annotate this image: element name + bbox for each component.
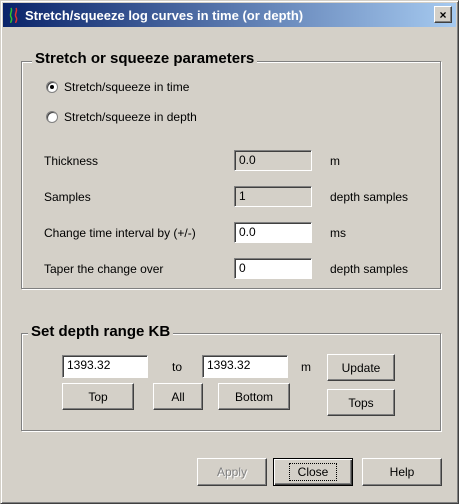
title-bar[interactable]: Stretch/squeeze log curves in time (or d…: [3, 3, 456, 27]
params-group-title: Stretch or squeeze parameters: [32, 50, 258, 67]
radio-depth-label: Stretch/squeeze in depth: [64, 110, 197, 124]
thickness-field: 0.0: [234, 150, 312, 171]
samples-unit: depth samples: [330, 190, 409, 204]
to-label: to: [172, 360, 183, 374]
bottom-depth-input[interactable]: 1393.32: [202, 355, 288, 378]
change-label: Change time interval by (+/-): [44, 226, 196, 240]
taper-unit: depth samples: [330, 262, 409, 276]
change-unit: ms: [330, 226, 346, 240]
taper-input[interactable]: 0: [234, 258, 312, 279]
depth-unit: m: [301, 360, 311, 374]
tops-button[interactable]: Tops: [327, 389, 395, 416]
taper-label: Taper the change over: [44, 262, 164, 276]
top-button[interactable]: Top: [62, 383, 134, 410]
radio-depth-row[interactable]: Stretch/squeeze in depth: [46, 110, 197, 124]
help-button[interactable]: Help: [362, 458, 442, 486]
samples-label: Samples: [44, 190, 91, 204]
radio-time-row[interactable]: Stretch/squeeze in time: [46, 80, 189, 94]
update-button[interactable]: Update: [327, 354, 395, 381]
thickness-unit: m: [330, 154, 340, 168]
window-title: Stretch/squeeze log curves in time (or d…: [25, 7, 304, 23]
top-depth-input[interactable]: 1393.32: [62, 355, 148, 378]
bottom-button[interactable]: Bottom: [218, 383, 290, 410]
all-button[interactable]: All: [153, 383, 203, 410]
close-button-label: Close: [288, 463, 338, 481]
depth-range-group: [21, 333, 441, 431]
close-icon[interactable]: ×: [434, 6, 452, 23]
radio-time-label: Stretch/squeeze in time: [64, 80, 190, 94]
samples-field: 1: [234, 186, 312, 207]
params-group: [21, 61, 441, 289]
radio-time[interactable]: [46, 81, 58, 93]
apply-button[interactable]: Apply: [197, 458, 267, 486]
depth-range-group-title: Set depth range KB: [28, 323, 174, 340]
radio-depth[interactable]: [46, 111, 58, 123]
change-interval-input[interactable]: 0.0: [234, 222, 312, 243]
close-button[interactable]: Close: [273, 458, 353, 486]
thickness-label: Thickness: [44, 154, 99, 168]
app-icon: [7, 7, 21, 23]
